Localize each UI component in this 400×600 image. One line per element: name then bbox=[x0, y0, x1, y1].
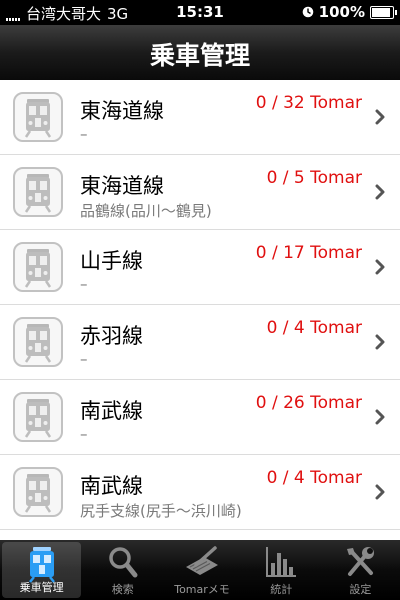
bar-chart-icon bbox=[266, 547, 297, 577]
tomar-count: 0 / 4 Tomar bbox=[266, 468, 362, 488]
battery-percent: 100% bbox=[318, 3, 365, 21]
tomar-count: 0 / 5 Tomar bbox=[266, 168, 362, 188]
line-subtitle: – bbox=[80, 350, 88, 368]
tab-tomar-memo[interactable]: Tomarメモ bbox=[162, 540, 241, 600]
train-icon bbox=[13, 92, 63, 142]
train-icon bbox=[13, 167, 63, 217]
train-icon bbox=[13, 392, 63, 442]
battery-icon bbox=[370, 5, 397, 19]
list-item[interactable]: 山手線 – 0 / 17 Tomar bbox=[0, 230, 400, 305]
chevron-right-icon bbox=[375, 334, 385, 350]
chevron-right-icon bbox=[375, 259, 385, 275]
battery-fill bbox=[372, 7, 390, 17]
status-bar: 台湾大哥大 3G 15:31 100% bbox=[0, 0, 400, 25]
status-right: 100% bbox=[302, 3, 397, 21]
tools-icon bbox=[347, 547, 375, 576]
chevron-right-icon bbox=[375, 409, 385, 425]
line-subtitle: – bbox=[80, 125, 88, 143]
tab-label: 設定 bbox=[349, 583, 372, 596]
train-icon bbox=[13, 242, 63, 292]
list-item[interactable]: 赤羽線 – 0 / 4 Tomar bbox=[0, 305, 400, 380]
chevron-right-icon bbox=[375, 184, 385, 200]
chevron-right-icon bbox=[375, 484, 385, 500]
page-title: 乗車管理 bbox=[149, 41, 250, 70]
search-icon bbox=[109, 547, 138, 578]
line-subtitle: 尻手支線(尻手～浜川崎) bbox=[80, 502, 242, 520]
tomar-count: 0 / 17 Tomar bbox=[255, 243, 362, 263]
train-icon bbox=[13, 317, 63, 367]
line-name: 東海道線 bbox=[80, 99, 164, 123]
tab-ride-management[interactable]: 乗車管理 bbox=[2, 542, 82, 598]
list-item[interactable]: 東海道線 – 0 / 32 Tomar bbox=[0, 80, 400, 155]
clock-icon bbox=[302, 6, 313, 18]
line-name: 赤羽線 bbox=[80, 324, 143, 348]
tab-label: 乗車管理 bbox=[19, 581, 64, 594]
chevron-right-icon bbox=[375, 109, 385, 125]
list-item[interactable]: 南武線 尻手支線(尻手～浜川崎) 0 / 4 Tomar bbox=[0, 455, 400, 530]
tab-bar: 乗車管理 検索 Tomarメモ 統計 設定 bbox=[0, 540, 400, 600]
line-name: 南武線 bbox=[80, 474, 143, 498]
line-name: 山手線 bbox=[80, 249, 143, 273]
line-subtitle: – bbox=[80, 425, 88, 443]
train-icon bbox=[13, 467, 63, 517]
tab-search[interactable]: 検索 bbox=[83, 540, 162, 600]
train-icon bbox=[28, 547, 55, 583]
tab-label: 検索 bbox=[111, 583, 134, 596]
tab-settings[interactable]: 設定 bbox=[321, 540, 400, 600]
tab-label: Tomarメモ bbox=[174, 583, 230, 596]
line-subtitle: – bbox=[80, 275, 88, 293]
tomar-count: 0 / 26 Tomar bbox=[255, 393, 362, 413]
list-item[interactable]: 東海道線 品鶴線(品川～鶴見) 0 / 5 Tomar bbox=[0, 155, 400, 230]
line-name: 南武線 bbox=[80, 399, 143, 423]
tab-label: 統計 bbox=[270, 583, 293, 596]
tomar-count: 0 / 32 Tomar bbox=[255, 93, 362, 113]
memo-pen-icon bbox=[186, 546, 218, 575]
line-list[interactable]: 東海道線 – 0 / 32 Tomar 東海道線 品鶴線(品川～鶴見) 0 / … bbox=[0, 80, 400, 540]
nav-bar: 乗車管理 bbox=[0, 25, 400, 81]
list-item[interactable]: 南武線 – 0 / 26 Tomar bbox=[0, 380, 400, 455]
tab-statistics[interactable]: 統計 bbox=[242, 540, 321, 600]
line-subtitle: 品鶴線(品川～鶴見) bbox=[80, 202, 212, 220]
line-name: 東海道線 bbox=[80, 174, 164, 198]
tomar-count: 0 / 4 Tomar bbox=[266, 318, 362, 338]
